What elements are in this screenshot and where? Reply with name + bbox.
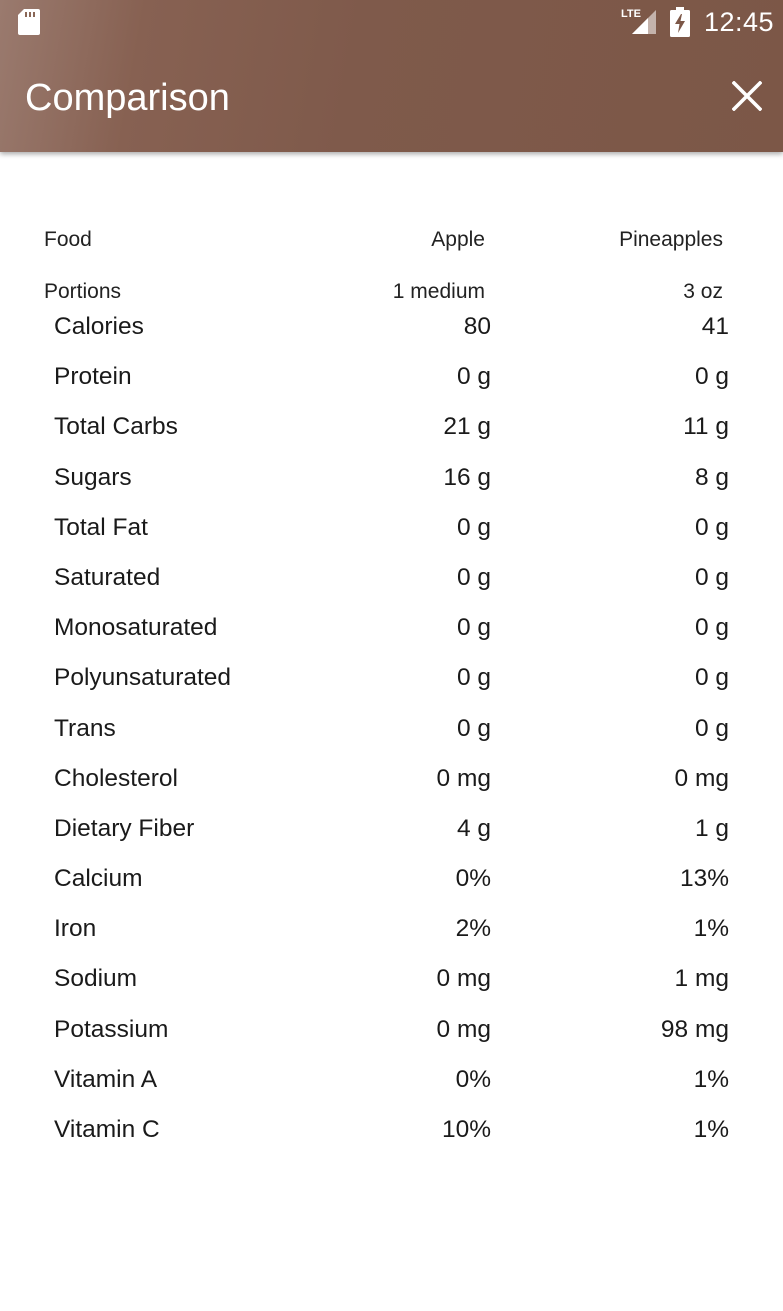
nutrient-row: Sodium 0 mg 1 mg xyxy=(0,965,783,1015)
food-1-value: 0 g xyxy=(456,614,491,642)
app-bar: LTE 12:45 Comparison xyxy=(0,0,783,152)
food-2-value: 0 g xyxy=(694,614,729,642)
nutrient-name: Sodium xyxy=(54,965,138,993)
food-1-value: 2% xyxy=(455,915,491,943)
nutrient-row: Polyunsaturated 0 g 0 g xyxy=(0,664,783,714)
food-1-value: 21 g xyxy=(443,413,491,441)
nutrient-row: Trans 0 g 0 g xyxy=(0,715,783,765)
food-2-value: 13% xyxy=(679,865,729,893)
food-2-name: Pineapples xyxy=(619,228,723,251)
food-1-value: 0 g xyxy=(456,363,491,391)
nutrient-row: Total Fat 0 g 0 g xyxy=(0,514,783,564)
food-2-value: 0 mg xyxy=(674,764,729,792)
portions-header-row: Portions 1 medium 3 oz xyxy=(0,280,783,312)
food-2-value: 41 xyxy=(701,313,729,340)
nutrient-name: Trans xyxy=(54,714,116,742)
food-1-value: 0% xyxy=(455,865,491,893)
nutrient-row: Vitamin C 10% 1% xyxy=(0,1116,783,1166)
comparison-content: Food Apple Pineapples Portions 1 medium … xyxy=(0,152,783,1311)
food-2-value: 11 g xyxy=(683,413,729,441)
food-1-value: 0 mg xyxy=(436,764,491,792)
food-2-value: 0 g xyxy=(694,513,729,541)
food-1-value: 4 g xyxy=(456,814,491,842)
nutrient-name: Saturated xyxy=(54,563,161,591)
nutrient-name: Dietary Fiber xyxy=(54,814,195,842)
nutrient-name: Polyunsaturated xyxy=(54,664,232,692)
food-2-value: 1% xyxy=(693,1065,729,1093)
food-2-value: 0 g xyxy=(694,363,729,391)
food-label: Food xyxy=(44,228,92,251)
food-1-portion: 1 medium xyxy=(392,280,485,303)
food-2-value: 1% xyxy=(693,915,729,943)
food-1-value: 16 g xyxy=(443,463,491,491)
food-2-value: 1% xyxy=(693,1116,729,1143)
close-icon xyxy=(731,79,763,116)
nutrient-name: Protein xyxy=(54,363,132,391)
nutrient-name: Cholesterol xyxy=(54,764,178,792)
food-1-name: Apple xyxy=(431,228,485,251)
status-bar: LTE 12:45 xyxy=(0,0,783,46)
nutrient-row: Vitamin A 0% 1% xyxy=(0,1066,783,1116)
food-1-value: 0% xyxy=(455,1065,491,1093)
food-2-value: 0 g xyxy=(694,563,729,591)
nutrient-row: Dietary Fiber 4 g 1 g xyxy=(0,815,783,865)
food-1-value: 10% xyxy=(441,1116,491,1143)
food-1-value: 0 g xyxy=(456,714,491,742)
food-2-value: 8 g xyxy=(694,463,729,491)
close-button[interactable] xyxy=(716,67,778,129)
food-2-value: 1 g xyxy=(694,814,729,842)
nutrient-row: Potassium 0 mg 98 mg xyxy=(0,1016,783,1066)
lte-label: LTE xyxy=(621,8,641,20)
nutrient-row: Monosaturated 0 g 0 g xyxy=(0,614,783,664)
nutrient-table: Calories 80 41 Protein 0 g 0 g Total Car… xyxy=(0,313,783,1166)
sd-card-icon xyxy=(18,9,40,35)
food-1-value: 80 xyxy=(463,313,491,340)
nutrient-row: Cholesterol 0 mg 0 mg xyxy=(0,765,783,815)
page-title: Comparison xyxy=(25,77,230,119)
food-2-value: 0 g xyxy=(694,664,729,692)
food-2-value: 0 g xyxy=(694,714,729,742)
nutrient-row: Iron 2% 1% xyxy=(0,915,783,965)
nutrient-name: Calories xyxy=(54,313,144,340)
food-header-row: Food Apple Pineapples xyxy=(0,228,783,260)
nutrient-name: Total Carbs xyxy=(54,413,178,441)
lte-signal-icon: LTE xyxy=(620,6,658,36)
food-2-value: 1 mg xyxy=(674,965,729,993)
nutrient-name: Calcium xyxy=(54,865,143,893)
food-2-portion: 3 oz xyxy=(683,280,723,303)
nutrient-name: Potassium xyxy=(54,1015,169,1043)
food-2-value: 98 mg xyxy=(660,1015,729,1043)
food-1-value: 0 g xyxy=(456,513,491,541)
nutrient-name: Sugars xyxy=(54,463,132,491)
food-1-value: 0 mg xyxy=(436,1015,491,1043)
nutrient-name: Total Fat xyxy=(54,513,148,541)
food-1-value: 0 g xyxy=(456,563,491,591)
battery-charging-icon xyxy=(670,7,690,37)
nutrient-row: Saturated 0 g 0 g xyxy=(0,564,783,614)
nutrient-row: Calcium 0% 13% xyxy=(0,865,783,915)
food-1-value: 0 g xyxy=(456,664,491,692)
nutrient-name: Monosaturated xyxy=(54,614,218,642)
portions-label: Portions xyxy=(44,280,122,303)
nutrient-name: Vitamin A xyxy=(54,1065,158,1093)
nutrient-row: Calories 80 41 xyxy=(0,313,783,363)
nutrient-name: Vitamin C xyxy=(54,1116,160,1143)
status-clock: 12:45 xyxy=(704,7,775,37)
nutrient-row: Total Carbs 21 g 11 g xyxy=(0,413,783,463)
nutrient-row: Sugars 16 g 8 g xyxy=(0,464,783,514)
food-1-value: 0 mg xyxy=(436,965,491,993)
nutrient-row: Protein 0 g 0 g xyxy=(0,363,783,413)
nutrient-name: Iron xyxy=(54,915,97,943)
